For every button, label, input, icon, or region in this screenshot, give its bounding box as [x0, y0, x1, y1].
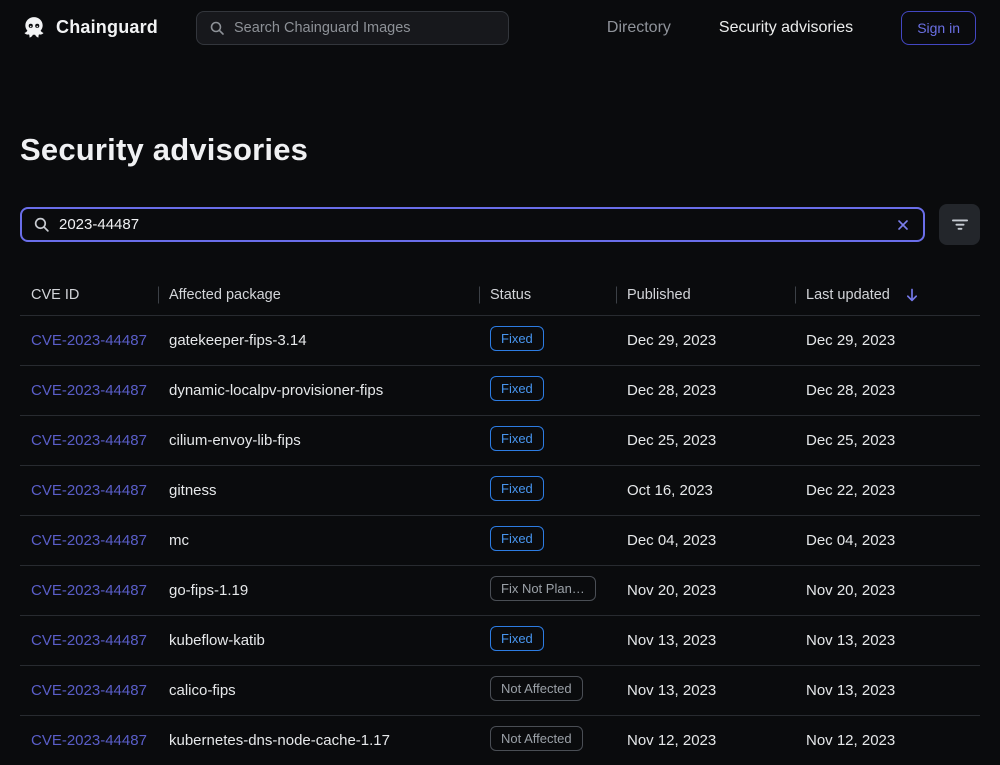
column-header-last-updated[interactable]: Last updated [795, 287, 973, 303]
cve-link[interactable]: CVE-2023-44487 [31, 532, 147, 549]
table-body: CVE-2023-44487 gatekeeper-fips-3.14 Fixe… [20, 316, 980, 765]
nav-search-input[interactable] [234, 20, 496, 36]
page-title: Security advisories [20, 132, 980, 168]
cve-link[interactable]: CVE-2023-44487 [31, 432, 147, 449]
status-badge: Fixed [490, 626, 544, 651]
sign-in-button[interactable]: Sign in [901, 11, 976, 45]
table-row: CVE-2023-44487 mc Fixed Dec 04, 2023 Dec… [20, 516, 980, 566]
table-row: CVE-2023-44487 gatekeeper-fips-3.14 Fixe… [20, 316, 980, 366]
updated-date: Nov 13, 2023 [806, 632, 895, 649]
cve-link[interactable]: CVE-2023-44487 [31, 482, 147, 499]
filter-button[interactable] [939, 204, 980, 245]
table-row: CVE-2023-44487 go-fips-1.19 Fix Not Plan… [20, 566, 980, 616]
status-badge: Not Affected [490, 726, 583, 751]
published-date: Oct 16, 2023 [627, 482, 713, 499]
table-row: CVE-2023-44487 kubeflow-katib Fixed Nov … [20, 616, 980, 666]
sort-descending-arrow-icon[interactable] [904, 287, 920, 303]
status-badge: Fixed [490, 426, 544, 451]
table-row: CVE-2023-44487 kubernetes-dns-node-cache… [20, 716, 980, 765]
updated-date: Dec 29, 2023 [806, 332, 895, 349]
table-row: CVE-2023-44487 cilium-envoy-lib-fips Fix… [20, 416, 980, 466]
cve-link[interactable]: CVE-2023-44487 [31, 632, 147, 649]
published-date: Dec 28, 2023 [627, 382, 716, 399]
table-row: CVE-2023-44487 dynamic-localpv-provision… [20, 366, 980, 416]
published-date: Nov 13, 2023 [627, 682, 716, 699]
package-name: go-fips-1.19 [169, 582, 248, 599]
cve-link[interactable]: CVE-2023-44487 [31, 332, 147, 349]
nav-links: Directory Security advisories Sign in [607, 11, 976, 45]
published-date: Nov 12, 2023 [627, 732, 716, 749]
brand-logo[interactable]: Chainguard [21, 15, 158, 41]
column-header-cve-id[interactable]: CVE ID [20, 287, 158, 303]
updated-date: Dec 25, 2023 [806, 432, 895, 449]
package-name: gitness [169, 482, 217, 499]
published-date: Nov 13, 2023 [627, 632, 716, 649]
updated-date: Dec 28, 2023 [806, 382, 895, 399]
search-icon [209, 20, 225, 36]
package-name: kubeflow-katib [169, 632, 265, 649]
published-date: Nov 20, 2023 [627, 582, 716, 599]
funnel-lines-icon [952, 219, 968, 231]
search-icon [33, 216, 50, 233]
published-date: Dec 29, 2023 [627, 332, 716, 349]
advisory-search-input[interactable] [59, 216, 885, 233]
cve-link[interactable]: CVE-2023-44487 [31, 682, 147, 699]
advisory-search-box[interactable] [20, 207, 925, 242]
cve-link[interactable]: CVE-2023-44487 [31, 382, 147, 399]
published-date: Dec 04, 2023 [627, 532, 716, 549]
package-name: kubernetes-dns-node-cache-1.17 [169, 732, 390, 749]
status-badge: Fixed [490, 376, 544, 401]
status-badge: Fix Not Plan… [490, 576, 596, 601]
status-badge: Fixed [490, 476, 544, 501]
cve-link[interactable]: CVE-2023-44487 [31, 732, 147, 749]
table-row: CVE-2023-44487 gitness Fixed Oct 16, 202… [20, 466, 980, 516]
brand-name: Chainguard [56, 17, 158, 38]
table-header: CVE ID Affected package Status Published… [20, 275, 980, 316]
column-header-affected-package[interactable]: Affected package [158, 287, 479, 303]
updated-date: Dec 04, 2023 [806, 532, 895, 549]
table-row: CVE-2023-44487 calico-fips Not Affected … [20, 666, 980, 716]
updated-date: Nov 13, 2023 [806, 682, 895, 699]
octopus-logo-icon [21, 15, 47, 41]
top-navbar: Chainguard Directory Security advisories… [0, 0, 1000, 55]
nav-search-box[interactable] [196, 11, 509, 45]
updated-date: Nov 20, 2023 [806, 582, 895, 599]
cve-link[interactable]: CVE-2023-44487 [31, 582, 147, 599]
column-header-status[interactable]: Status [479, 287, 616, 303]
nav-link-security-advisories[interactable]: Security advisories [719, 19, 853, 37]
x-icon [894, 216, 912, 234]
updated-date: Nov 12, 2023 [806, 732, 895, 749]
package-name: gatekeeper-fips-3.14 [169, 332, 307, 349]
main-content: Security advisories [0, 132, 1000, 765]
column-header-published[interactable]: Published [616, 287, 795, 303]
package-name: cilium-envoy-lib-fips [169, 432, 301, 449]
published-date: Dec 25, 2023 [627, 432, 716, 449]
advisories-table: CVE ID Affected package Status Published… [20, 275, 980, 765]
updated-date: Dec 22, 2023 [806, 482, 895, 499]
status-badge: Not Affected [490, 676, 583, 701]
package-name: mc [169, 532, 189, 549]
status-badge: Fixed [490, 326, 544, 351]
status-badge: Fixed [490, 526, 544, 551]
advisory-controls [20, 204, 980, 245]
clear-search-button[interactable] [894, 216, 912, 234]
nav-link-directory[interactable]: Directory [607, 19, 671, 37]
package-name: dynamic-localpv-provisioner-fips [169, 382, 383, 399]
package-name: calico-fips [169, 682, 236, 699]
